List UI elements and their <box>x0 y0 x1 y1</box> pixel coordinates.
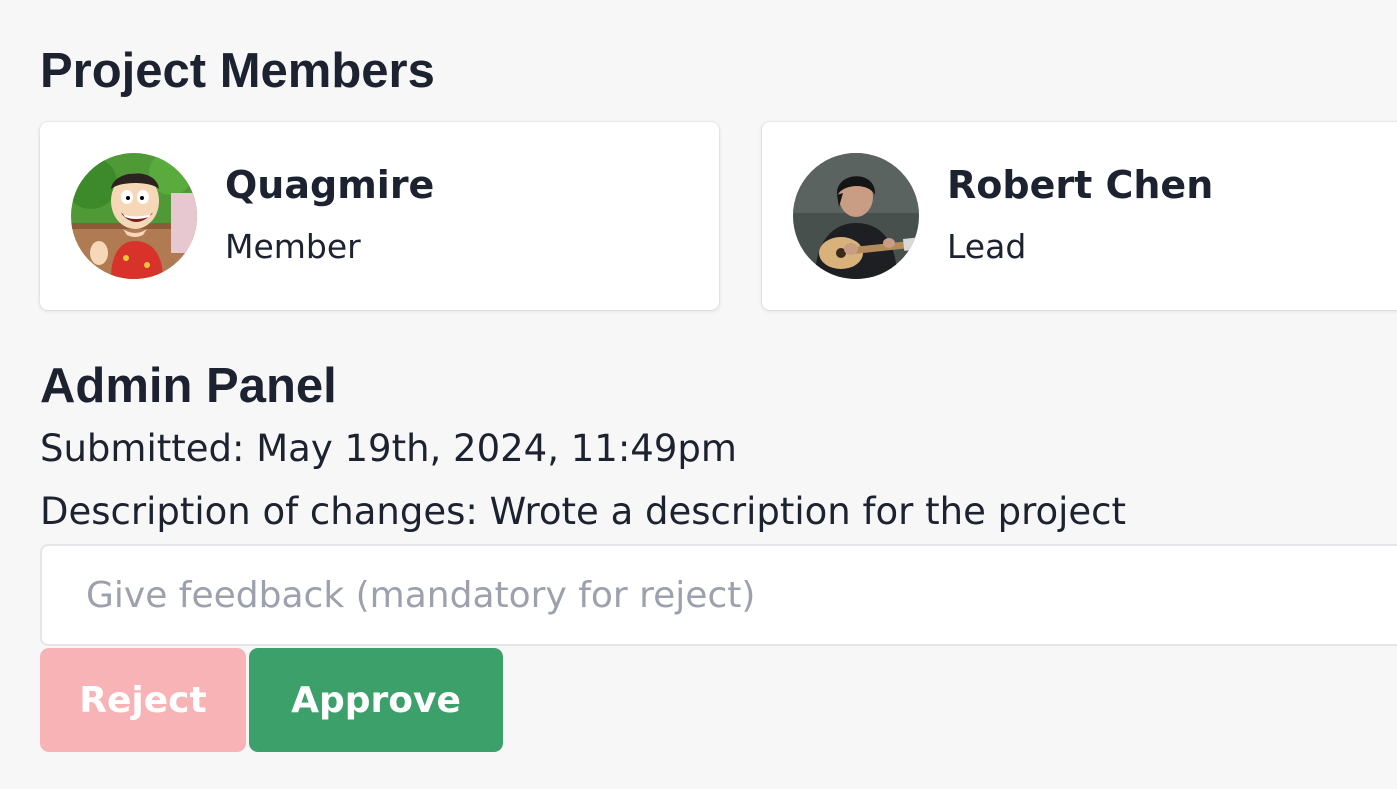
member-name: Robert Chen <box>947 163 1214 207</box>
member-avatar <box>793 153 919 279</box>
member-name: Quagmire <box>225 163 435 207</box>
submitted-timestamp: Submitted: May 19th, 2024, 11:49pm <box>40 427 737 470</box>
member-avatar <box>71 153 197 279</box>
feedback-input[interactable] <box>40 544 1397 646</box>
member-card: Quagmire Member <box>40 122 719 310</box>
member-card: Robert Chen Lead <box>762 122 1397 310</box>
member-role: Member <box>225 227 361 266</box>
reject-button[interactable]: Reject <box>40 648 246 752</box>
description-of-changes: Description of changes: Wrote a descript… <box>40 490 1127 533</box>
member-role: Lead <box>947 227 1027 266</box>
admin-panel-heading: Admin Panel <box>40 359 337 413</box>
guitar-player-photo-icon <box>793 153 919 279</box>
project-members-heading: Project Members <box>40 44 435 98</box>
cartoon-avatar-icon <box>71 153 197 279</box>
approve-button[interactable]: Approve <box>249 648 503 752</box>
